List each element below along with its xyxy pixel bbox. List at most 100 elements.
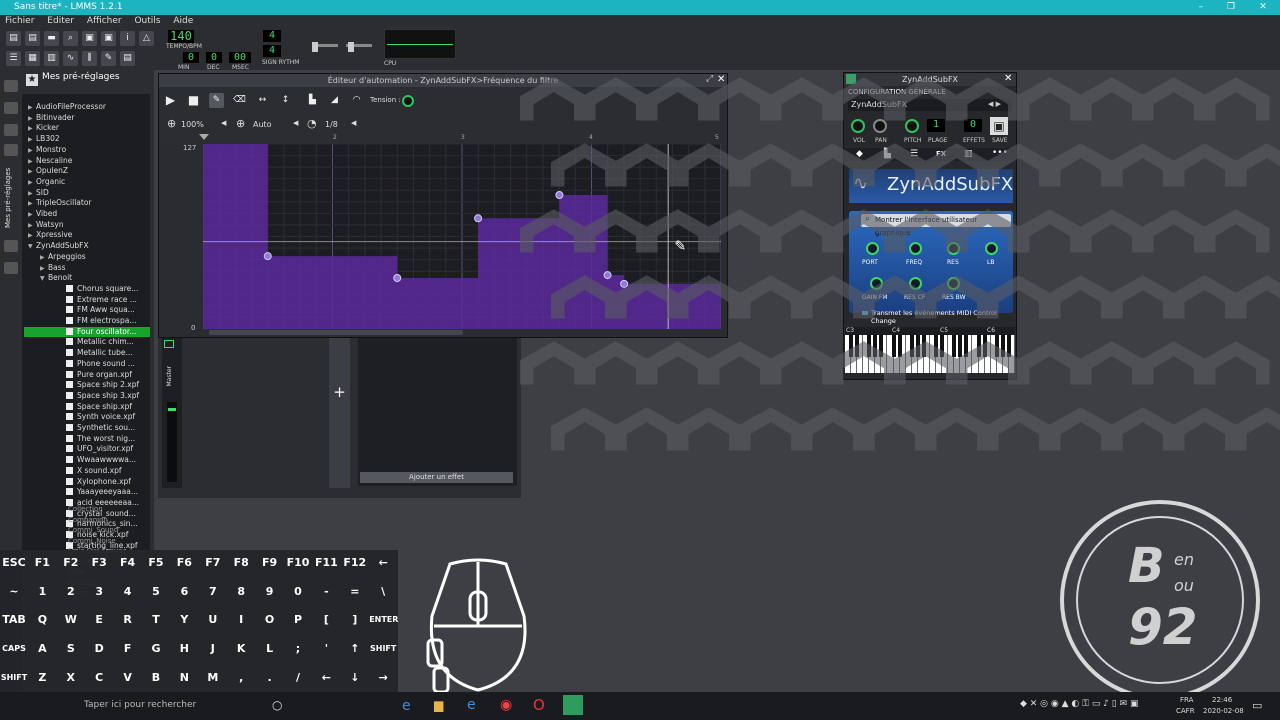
key-row1-7[interactable]: F7: [199, 550, 227, 576]
zoom-x-dropdown-icon[interactable]: ◀: [221, 119, 226, 127]
mixer-icon[interactable]: ⫼: [82, 51, 97, 66]
preset-folder-item[interactable]: ▶ TripleOscillator: [28, 198, 92, 209]
tray-icons[interactable]: ◆ ✕ ◎ ◉ ▲ ◐ ⚿ ▭ ♪ ▯ ✉ ▣: [1020, 699, 1139, 709]
key-row2-6[interactable]: 6: [170, 579, 198, 605]
preset-folder-item[interactable]: ▶ Xpressive: [28, 230, 72, 241]
my-presets-side-tab[interactable]: Mes pré-réglages: [4, 166, 18, 230]
master-fader-handle[interactable]: [168, 408, 176, 411]
explorer-icon[interactable]: ▆: [434, 698, 443, 712]
key-row5-12[interactable]: ↓: [341, 665, 369, 691]
erase-mode-icon[interactable]: ⌫: [232, 93, 247, 108]
new-template-icon[interactable]: ▤: [25, 31, 40, 46]
preset-file-item[interactable]: Xylophone.xpf: [58, 477, 131, 488]
master-volume-handle[interactable]: [312, 42, 318, 52]
key-row3-11[interactable]: [: [312, 607, 340, 633]
key-row3-9[interactable]: O: [256, 607, 284, 633]
preset-file-item[interactable]: Space ship 2.xpf: [58, 380, 139, 391]
zoom-y-value[interactable]: Auto: [253, 120, 272, 129]
add-channel-button[interactable]: +: [329, 338, 350, 488]
add-effect-button[interactable]: Ajouter un effet: [360, 472, 513, 483]
discrete-progression-icon[interactable]: ▙: [305, 93, 320, 108]
key-row3-6[interactable]: Y: [170, 607, 198, 633]
open-folder-icon[interactable]: ▬: [44, 31, 59, 46]
piano-roll-icon[interactable]: ▥: [44, 51, 59, 66]
preset-folder-item[interactable]: ▶ Monstro: [28, 145, 66, 156]
chrome-icon[interactable]: ◉: [500, 697, 512, 713]
master-send-led[interactable]: [164, 340, 174, 348]
key-row3-2[interactable]: W: [57, 607, 85, 633]
clock-time[interactable]: 22:46: [1212, 696, 1232, 704]
key-row5-0[interactable]: SHIFT: [0, 665, 28, 691]
my-samples-icon[interactable]: [4, 124, 18, 136]
key-row1-10[interactable]: F10: [284, 550, 312, 576]
play-icon[interactable]: ▶: [163, 93, 178, 108]
preset-file-item[interactable]: Yaaayeeeyaaa...: [58, 487, 138, 498]
lmms-taskbar-icon[interactable]: [563, 695, 583, 715]
taskbar-search[interactable]: Taper ici pour rechercher: [84, 700, 196, 710]
key-row1-4[interactable]: F4: [114, 550, 142, 576]
key-row1-1[interactable]: F1: [28, 550, 56, 576]
quantize-value[interactable]: 1/8: [325, 120, 338, 129]
key-row3-3[interactable]: E: [85, 607, 113, 633]
key-row2-3[interactable]: 3: [85, 579, 113, 605]
key-row2-4[interactable]: 4: [114, 579, 142, 605]
key-row2-11[interactable]: -: [312, 579, 340, 605]
key-row1-8[interactable]: F8: [227, 550, 255, 576]
key-row5-8[interactable]: ,: [227, 665, 255, 691]
key-row3-0[interactable]: TAB: [0, 607, 28, 633]
preset-folder-item[interactable]: ▶ AudioFileProcessor: [28, 102, 106, 113]
minimize-button[interactable]: –: [1186, 0, 1216, 15]
key-row1-12[interactable]: F12: [341, 550, 369, 576]
preset-folder-item[interactable]: ▶ Organic: [28, 177, 65, 188]
preset-file-item[interactable]: Space ship 3.xpf: [58, 391, 139, 402]
key-row1-9[interactable]: F9: [256, 550, 284, 576]
key-row4-1[interactable]: A: [28, 636, 56, 662]
key-row3-13[interactable]: ENTER: [369, 607, 398, 633]
key-row2-2[interactable]: 2: [57, 579, 85, 605]
preset-file-item[interactable]: FM electrospa...: [58, 316, 136, 327]
key-row2-5[interactable]: 5: [142, 579, 170, 605]
key-row3-8[interactable]: I: [227, 607, 255, 633]
language-label[interactable]: FRA: [1180, 696, 1193, 704]
key-row4-2[interactable]: S: [57, 636, 85, 662]
flip-vertical-icon[interactable]: ↕: [278, 93, 293, 108]
preset-file-item[interactable]: Phone sound ...: [58, 359, 135, 370]
preset-folder-item[interactable]: ▼ Benoit: [40, 273, 72, 284]
preset-folder-item[interactable]: ▶ Watsyn: [28, 220, 64, 231]
key-row4-6[interactable]: H: [170, 636, 198, 662]
key-row4-12[interactable]: ↑: [341, 636, 369, 662]
preset-folder-item[interactable]: ▶ Bitinvader: [28, 113, 75, 124]
notification-icon[interactable]: ▭: [1252, 699, 1262, 712]
preset-file-item[interactable]: Pure organ.xpf: [58, 370, 132, 381]
menu-view[interactable]: Afficher: [87, 16, 122, 26]
key-row2-8[interactable]: 8: [227, 579, 255, 605]
automation-editor-icon[interactable]: ∿: [63, 51, 78, 66]
quantize-dropdown-icon[interactable]: ◀: [351, 119, 356, 127]
preset-file-item[interactable]: Extreme race ...: [58, 295, 137, 306]
stop-icon[interactable]: ■: [186, 93, 201, 108]
task-view-icon[interactable]: ○: [272, 698, 282, 712]
tension-knob[interactable]: [402, 95, 414, 107]
preset-file-item[interactable]: The worst nig...: [58, 434, 135, 445]
menu-help[interactable]: Aide: [173, 16, 193, 26]
instrument-plugins-icon[interactable]: [4, 80, 18, 92]
key-row4-5[interactable]: G: [142, 636, 170, 662]
browser-scrollbar[interactable]: [150, 94, 154, 550]
preset-folder-item[interactable]: ▶ Vibed: [28, 209, 57, 220]
key-row5-3[interactable]: C: [85, 665, 113, 691]
region-label[interactable]: CAFR: [1176, 707, 1195, 715]
menu-tools[interactable]: Outils: [134, 16, 160, 26]
key-row3-4[interactable]: R: [114, 607, 142, 633]
metronome-icon[interactable]: △: [139, 31, 154, 46]
key-row3-7[interactable]: U: [199, 607, 227, 633]
opera-icon[interactable]: O: [533, 696, 545, 714]
automation-point[interactable]: [263, 252, 272, 261]
beat-editor-icon[interactable]: ▦: [25, 51, 40, 66]
key-row4-3[interactable]: D: [85, 636, 113, 662]
preset-file-item[interactable]: UFO_visitor.xpf: [58, 444, 133, 455]
automation-point[interactable]: [474, 214, 483, 223]
preset-folder-item[interactable]: ▶ LB302: [28, 134, 60, 145]
song-editor-icon[interactable]: ☰: [6, 51, 21, 66]
preset-file-item[interactable]: X sound.xpf: [58, 466, 122, 477]
key-row4-7[interactable]: J: [199, 636, 227, 662]
